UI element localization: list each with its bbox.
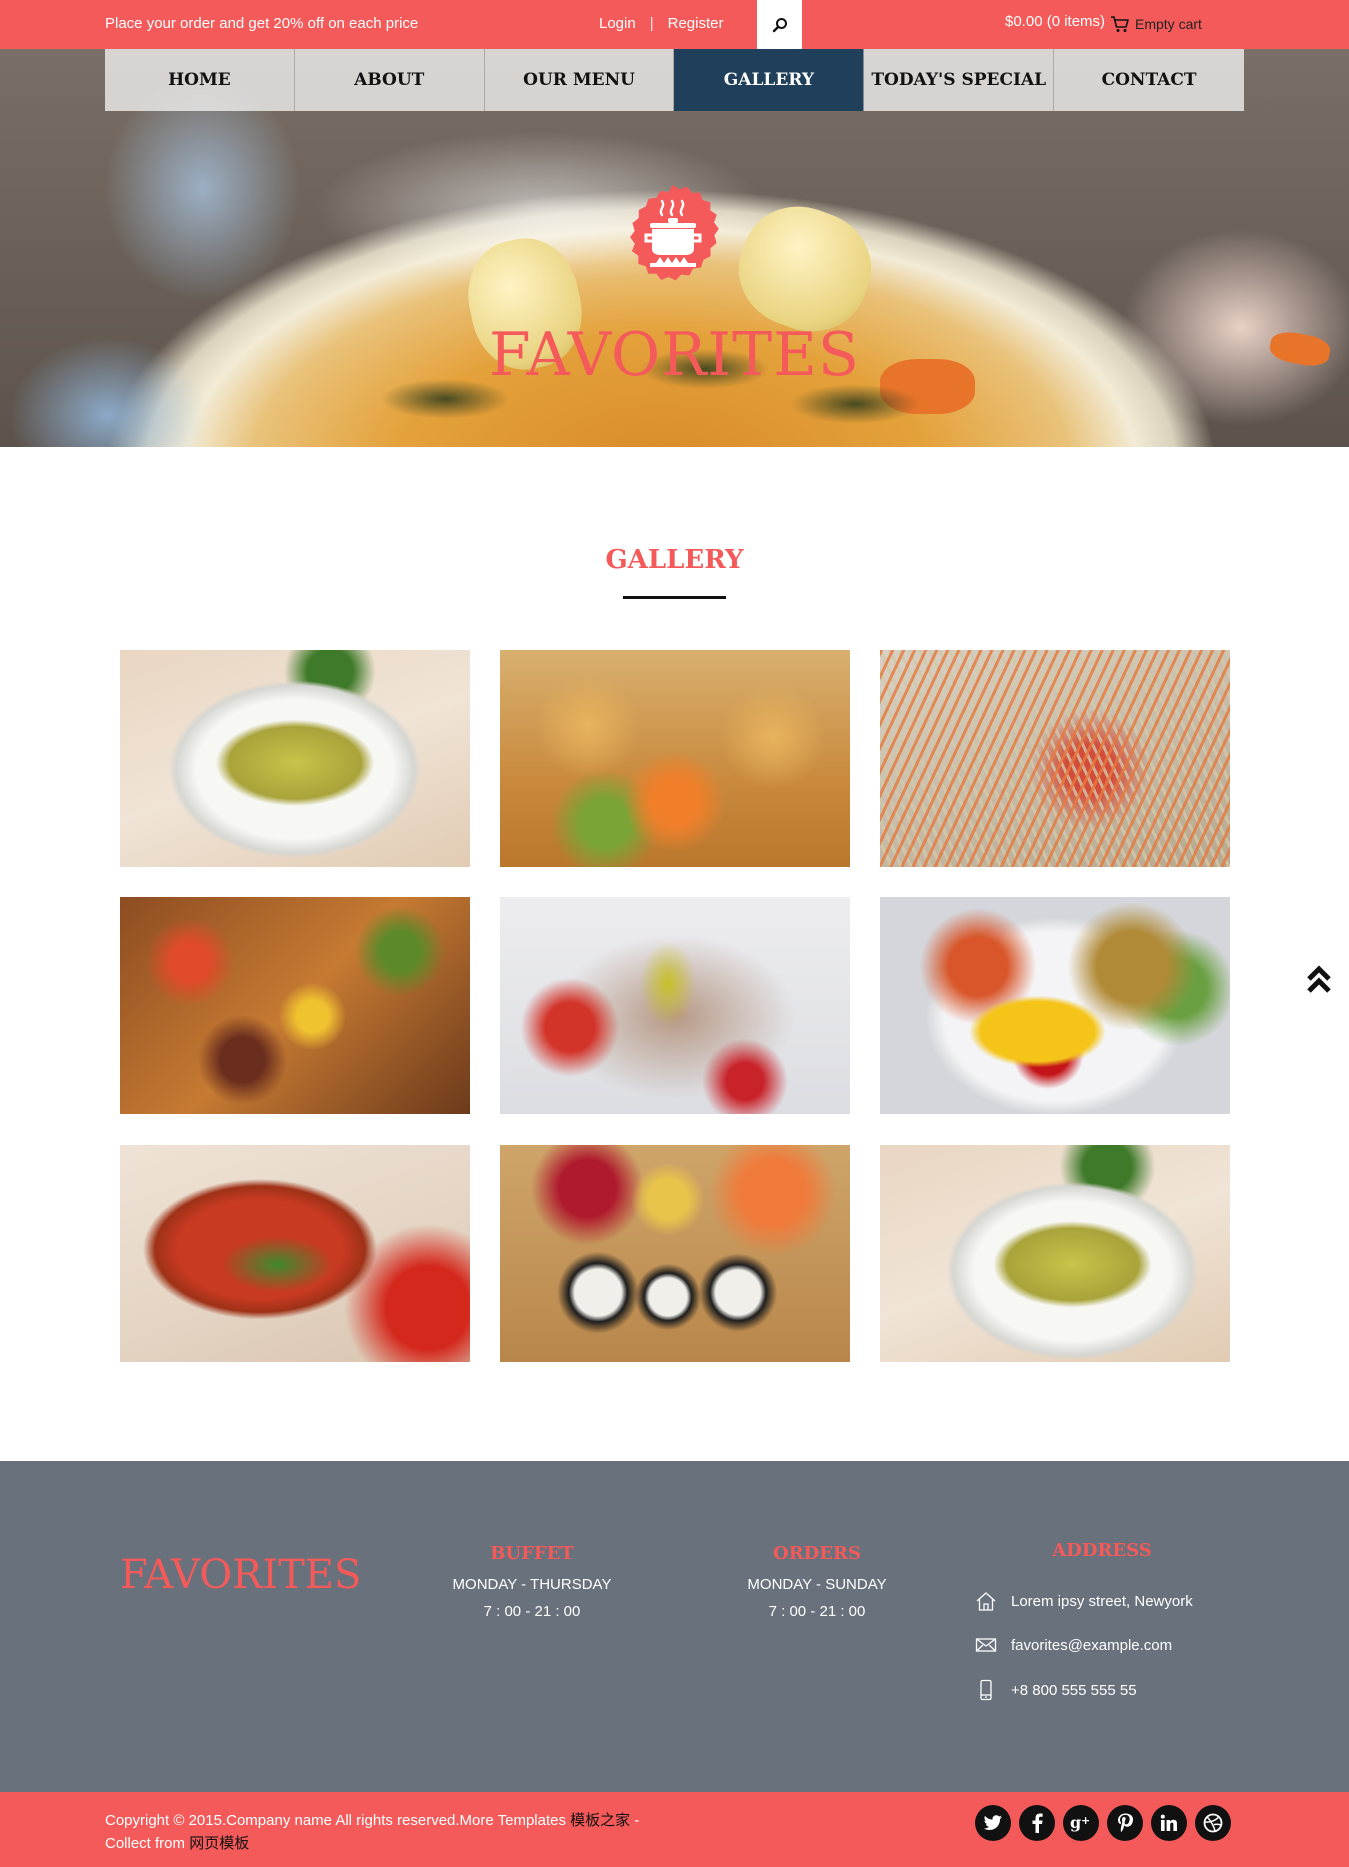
orders-hours: 7 : 00 - 21 : 00: [768, 1603, 866, 1620]
hero-food-decoration: [790, 384, 920, 424]
cart-total[interactable]: $0.00 (0 items): [1005, 13, 1105, 30]
address-heading: ADDRESS: [1052, 1540, 1152, 1561]
buffet-hours: 7 : 00 - 21 : 00: [483, 1603, 581, 1620]
gallery-image-3[interactable]: [880, 650, 1230, 867]
address-street-row: Lorem ipsy street, Newyork: [975, 1590, 1193, 1612]
footer-brand[interactable]: FAVORITES: [120, 1552, 361, 1598]
svg-text:+: +: [1081, 1814, 1090, 1827]
buffet-days: MONDAY - THURSDAY: [452, 1576, 612, 1593]
nav-item-todays-special[interactable]: TODAY'S SPECIAL: [864, 49, 1055, 111]
gallery-heading-underline: [623, 596, 726, 599]
hero-title: FAVORITES: [488, 320, 861, 390]
footer-orders: ORDERS MONDAY - SUNDAY 7 : 00 - 21 : 00: [717, 1540, 917, 1625]
pinterest-icon[interactable]: [1107, 1805, 1143, 1841]
address-street: Lorem ipsy street, Newyork: [1011, 1592, 1193, 1610]
dribbble-icon[interactable]: [1195, 1805, 1231, 1841]
nav-item-home[interactable]: HOME: [105, 49, 295, 111]
google-plus-icon[interactable]: g +: [1063, 1805, 1099, 1841]
search-icon: [772, 17, 787, 32]
home-icon: [975, 1590, 997, 1612]
search-button[interactable]: [757, 0, 802, 49]
gallery-image-7[interactable]: [120, 1145, 470, 1362]
footer-buffet: BUFFET MONDAY - THURSDAY 7 : 00 - 21 : 0…: [432, 1540, 632, 1625]
copyright: Copyright © 2015.Company name All rights…: [105, 1809, 685, 1855]
nav-item-gallery[interactable]: GALLERY: [674, 49, 865, 111]
gallery-heading: GALLERY: [605, 545, 744, 575]
orders-heading: ORDERS: [773, 1543, 861, 1564]
cart-label[interactable]: Empty cart: [1135, 16, 1202, 32]
gallery-image-8[interactable]: [500, 1145, 850, 1362]
nav-item-contact[interactable]: CONTACT: [1054, 49, 1244, 111]
svg-text:g: g: [1070, 1813, 1081, 1832]
cart-icon[interactable]: [1110, 15, 1130, 33]
social-links: g +: [975, 1805, 1239, 1841]
bottom-bar: Copyright © 2015.Company name All rights…: [0, 1792, 1349, 1867]
top-bar: Place your order and get 20% off on each…: [0, 0, 1349, 49]
gallery-image-1[interactable]: [120, 650, 470, 867]
templates-link[interactable]: 模板之家: [570, 1812, 630, 1829]
mobile-phone-icon: [975, 1679, 997, 1701]
gallery-image-6[interactable]: [880, 897, 1230, 1114]
address-email-row: favorites@example.com: [975, 1634, 1172, 1656]
mail-icon: [975, 1634, 997, 1656]
orders-days: MONDAY - SUNDAY: [747, 1576, 887, 1593]
collect-text: Collect from: [105, 1835, 190, 1852]
double-chevron-up-icon[interactable]: [1306, 963, 1332, 997]
nav-item-about[interactable]: ABOUT: [294, 49, 485, 111]
cooking-pot-icon: [630, 185, 719, 281]
address-phone-row: +8 800 555 555 55: [975, 1679, 1137, 1701]
register-link[interactable]: Register: [668, 15, 724, 32]
web-templates-link[interactable]: 网页模板: [189, 1835, 249, 1852]
nav-item-our-menu[interactable]: OUR MENU: [484, 49, 675, 111]
twitter-icon[interactable]: [975, 1805, 1011, 1841]
auth-separator: |: [649, 15, 654, 32]
gallery-image-2[interactable]: [500, 650, 850, 867]
facebook-icon[interactable]: [1019, 1805, 1055, 1841]
address-phone: +8 800 555 555 55: [1011, 1681, 1137, 1699]
address-email[interactable]: favorites@example.com: [1011, 1637, 1172, 1654]
gallery-image-5[interactable]: [500, 897, 850, 1114]
copyright-dash: -: [630, 1812, 640, 1829]
promo-text: Place your order and get 20% off on each…: [105, 15, 419, 32]
login-link[interactable]: Login: [599, 15, 636, 32]
linkedin-icon[interactable]: [1151, 1805, 1187, 1841]
footer: [0, 1461, 1349, 1792]
main-nav: HOME ABOUT OUR MENU GALLERY TODAY'S SPEC…: [105, 49, 1244, 111]
copyright-text: Copyright © 2015.Company name All rights…: [105, 1812, 571, 1829]
buffet-heading: BUFFET: [490, 1543, 574, 1564]
auth-links: Login | Register: [599, 15, 723, 32]
gallery-image-9[interactable]: [880, 1145, 1230, 1362]
gallery-image-4[interactable]: [120, 897, 470, 1114]
